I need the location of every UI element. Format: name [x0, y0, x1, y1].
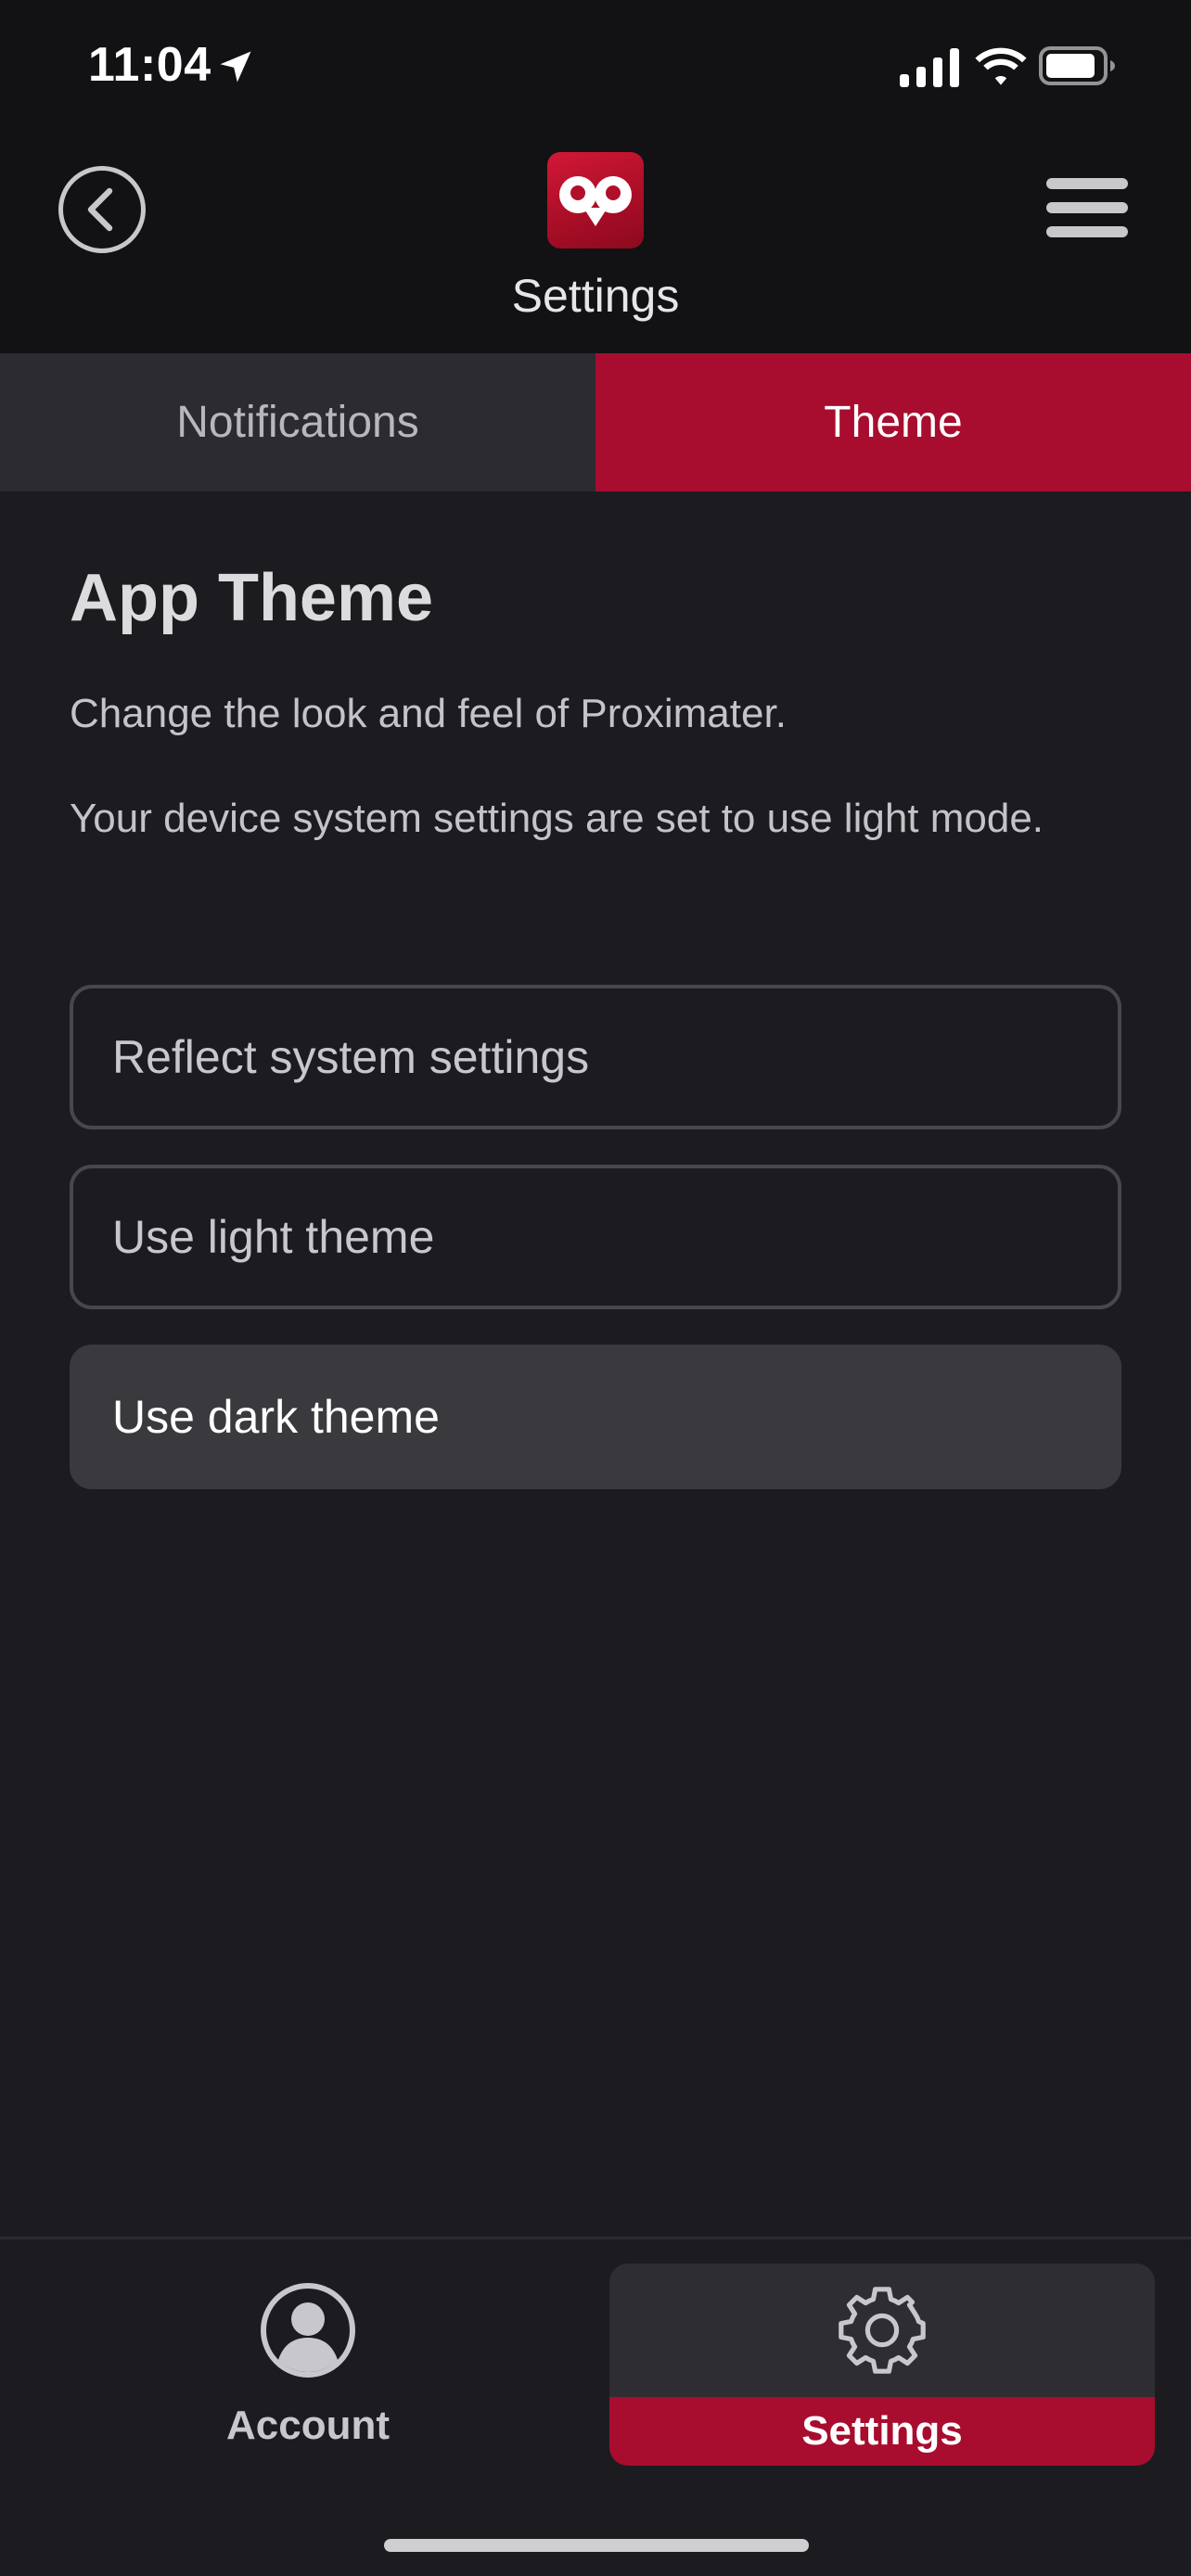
theme-description: Change the look and feel of Proximater. [70, 691, 787, 736]
user-icon [261, 2283, 355, 2378]
nav-label-account: Account [226, 2403, 390, 2448]
option-label: Use dark theme [112, 1391, 440, 1443]
back-button[interactable] [58, 166, 146, 253]
menu-line-icon [1046, 226, 1128, 237]
page-title: Settings [511, 270, 680, 322]
cellular-signal-icon [900, 48, 959, 87]
option-label: Use light theme [112, 1211, 435, 1263]
settings-tabs: Notifications Theme [0, 353, 1191, 491]
app-header: Settings [0, 130, 1191, 353]
battery-icon [1039, 46, 1115, 85]
home-indicator [384, 2539, 809, 2552]
tab-notifications[interactable]: Notifications [0, 353, 596, 491]
nav-item-account[interactable]: Account [65, 2264, 551, 2466]
bottom-navigation: Account Settings [0, 2237, 1191, 2576]
hamburger-menu-button[interactable] [1046, 178, 1128, 237]
option-label: Reflect system settings [112, 1031, 590, 1083]
proximater-logo-icon [559, 176, 632, 226]
status-bar: 11:04 [0, 0, 1191, 130]
nav-label-settings: Settings [609, 2397, 1155, 2466]
screen: 11:04 Settings Notifications Theme App T… [0, 0, 1191, 2576]
status-time: 11:04 [88, 38, 211, 92]
location-arrow-icon [220, 51, 251, 83]
menu-line-icon [1046, 202, 1128, 213]
section-title: App Theme [70, 561, 434, 635]
option-reflect-system-settings[interactable]: Reflect system settings [70, 985, 1121, 1129]
gear-icon [839, 2287, 926, 2374]
menu-line-icon [1046, 178, 1128, 189]
nav-item-settings[interactable]: Settings [609, 2264, 1155, 2466]
chevron-left-icon [87, 187, 113, 232]
app-logo [547, 152, 644, 249]
tab-theme[interactable]: Theme [596, 353, 1191, 491]
system-settings-note: Your device system settings are set to u… [70, 796, 1044, 841]
option-use-light-theme[interactable]: Use light theme [70, 1165, 1121, 1309]
wifi-icon [975, 47, 1027, 85]
option-use-dark-theme[interactable]: Use dark theme [70, 1345, 1121, 1489]
nav-settings-icon-wrap [609, 2264, 1155, 2397]
